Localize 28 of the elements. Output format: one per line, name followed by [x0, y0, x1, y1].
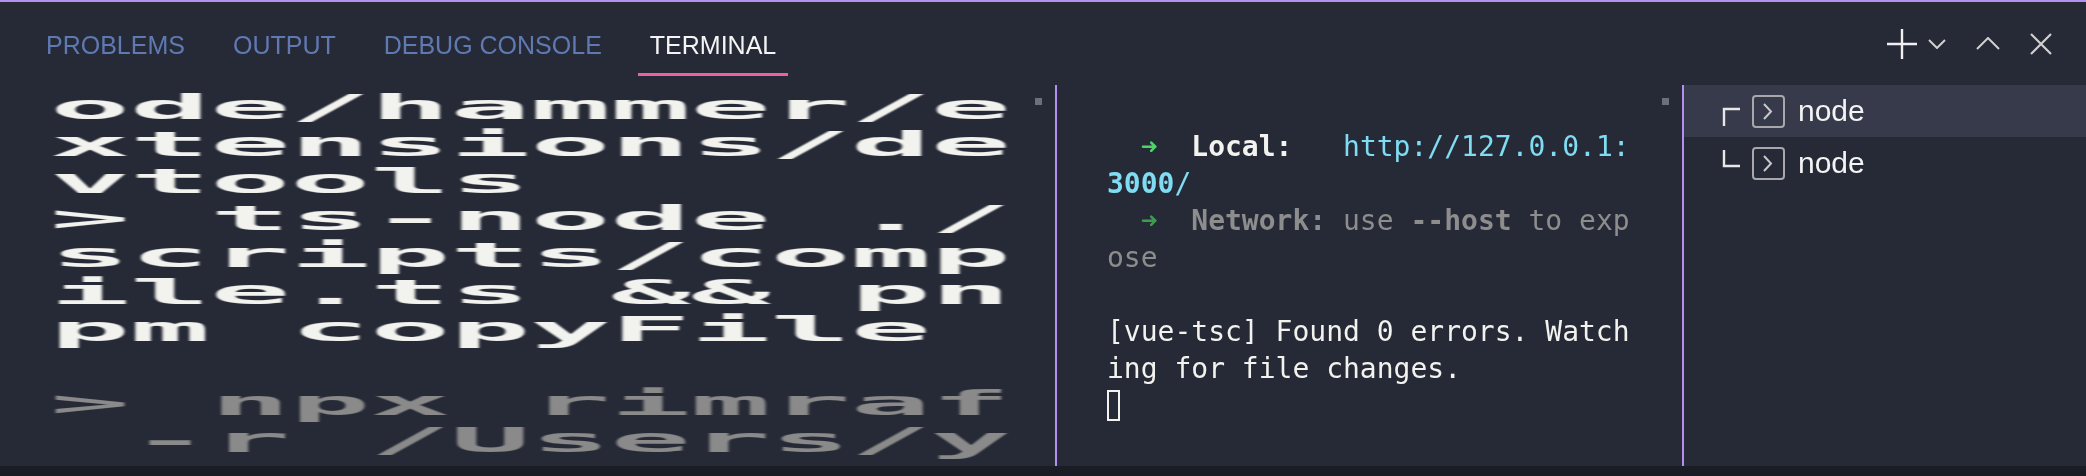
terminal-line: pm copyFile: [50, 311, 931, 348]
tree-connector-icon: [1722, 150, 1741, 170]
close-icon[interactable]: [2030, 32, 2052, 55]
tree-connector-icon: [1722, 106, 1741, 126]
panel-tab[interactable]: TERMINAL: [637, 2, 789, 85]
scroll-marker: [1662, 98, 1669, 105]
terminal-line: ode/hammer/e: [50, 89, 1011, 126]
terminal-line: > ts-node ./: [50, 200, 1011, 237]
terminal-line: -r /Users/y: [129, 422, 1011, 459]
terminal-line: ing for file changes.: [1107, 351, 1461, 387]
terminal-list-item[interactable]: node: [1684, 137, 2086, 189]
add-icon[interactable]: [1886, 27, 1918, 60]
terminal-cursor: [1107, 390, 1120, 421]
terminal-icon: [1752, 94, 1785, 128]
terminal-line: ➜ Local: http://127.0.0.1:: [1139, 129, 1630, 165]
terminal-line: ile.ts && pn: [50, 274, 1011, 311]
terminal-line: vtools: [50, 163, 531, 200]
terminal-line: ➜ Network: use --host to exp: [1139, 203, 1630, 239]
chevron-up-icon[interactable]: [1976, 37, 2000, 50]
chevron-down-icon[interactable]: [1928, 38, 1946, 49]
terminal-line: > npx rimraf: [50, 385, 1011, 422]
terminal-line: 3000/: [1107, 166, 1192, 202]
scroll-marker: [1035, 98, 1042, 105]
terminal-icon: [1752, 146, 1785, 180]
terminal-line: ose: [1107, 240, 1158, 276]
terminal-line: [vue-tsc] Found 0 errors. Watch: [1107, 314, 1630, 350]
terminal-list-item[interactable]: node: [1684, 85, 2086, 137]
terminal-line: xtensions/de: [50, 126, 1011, 163]
